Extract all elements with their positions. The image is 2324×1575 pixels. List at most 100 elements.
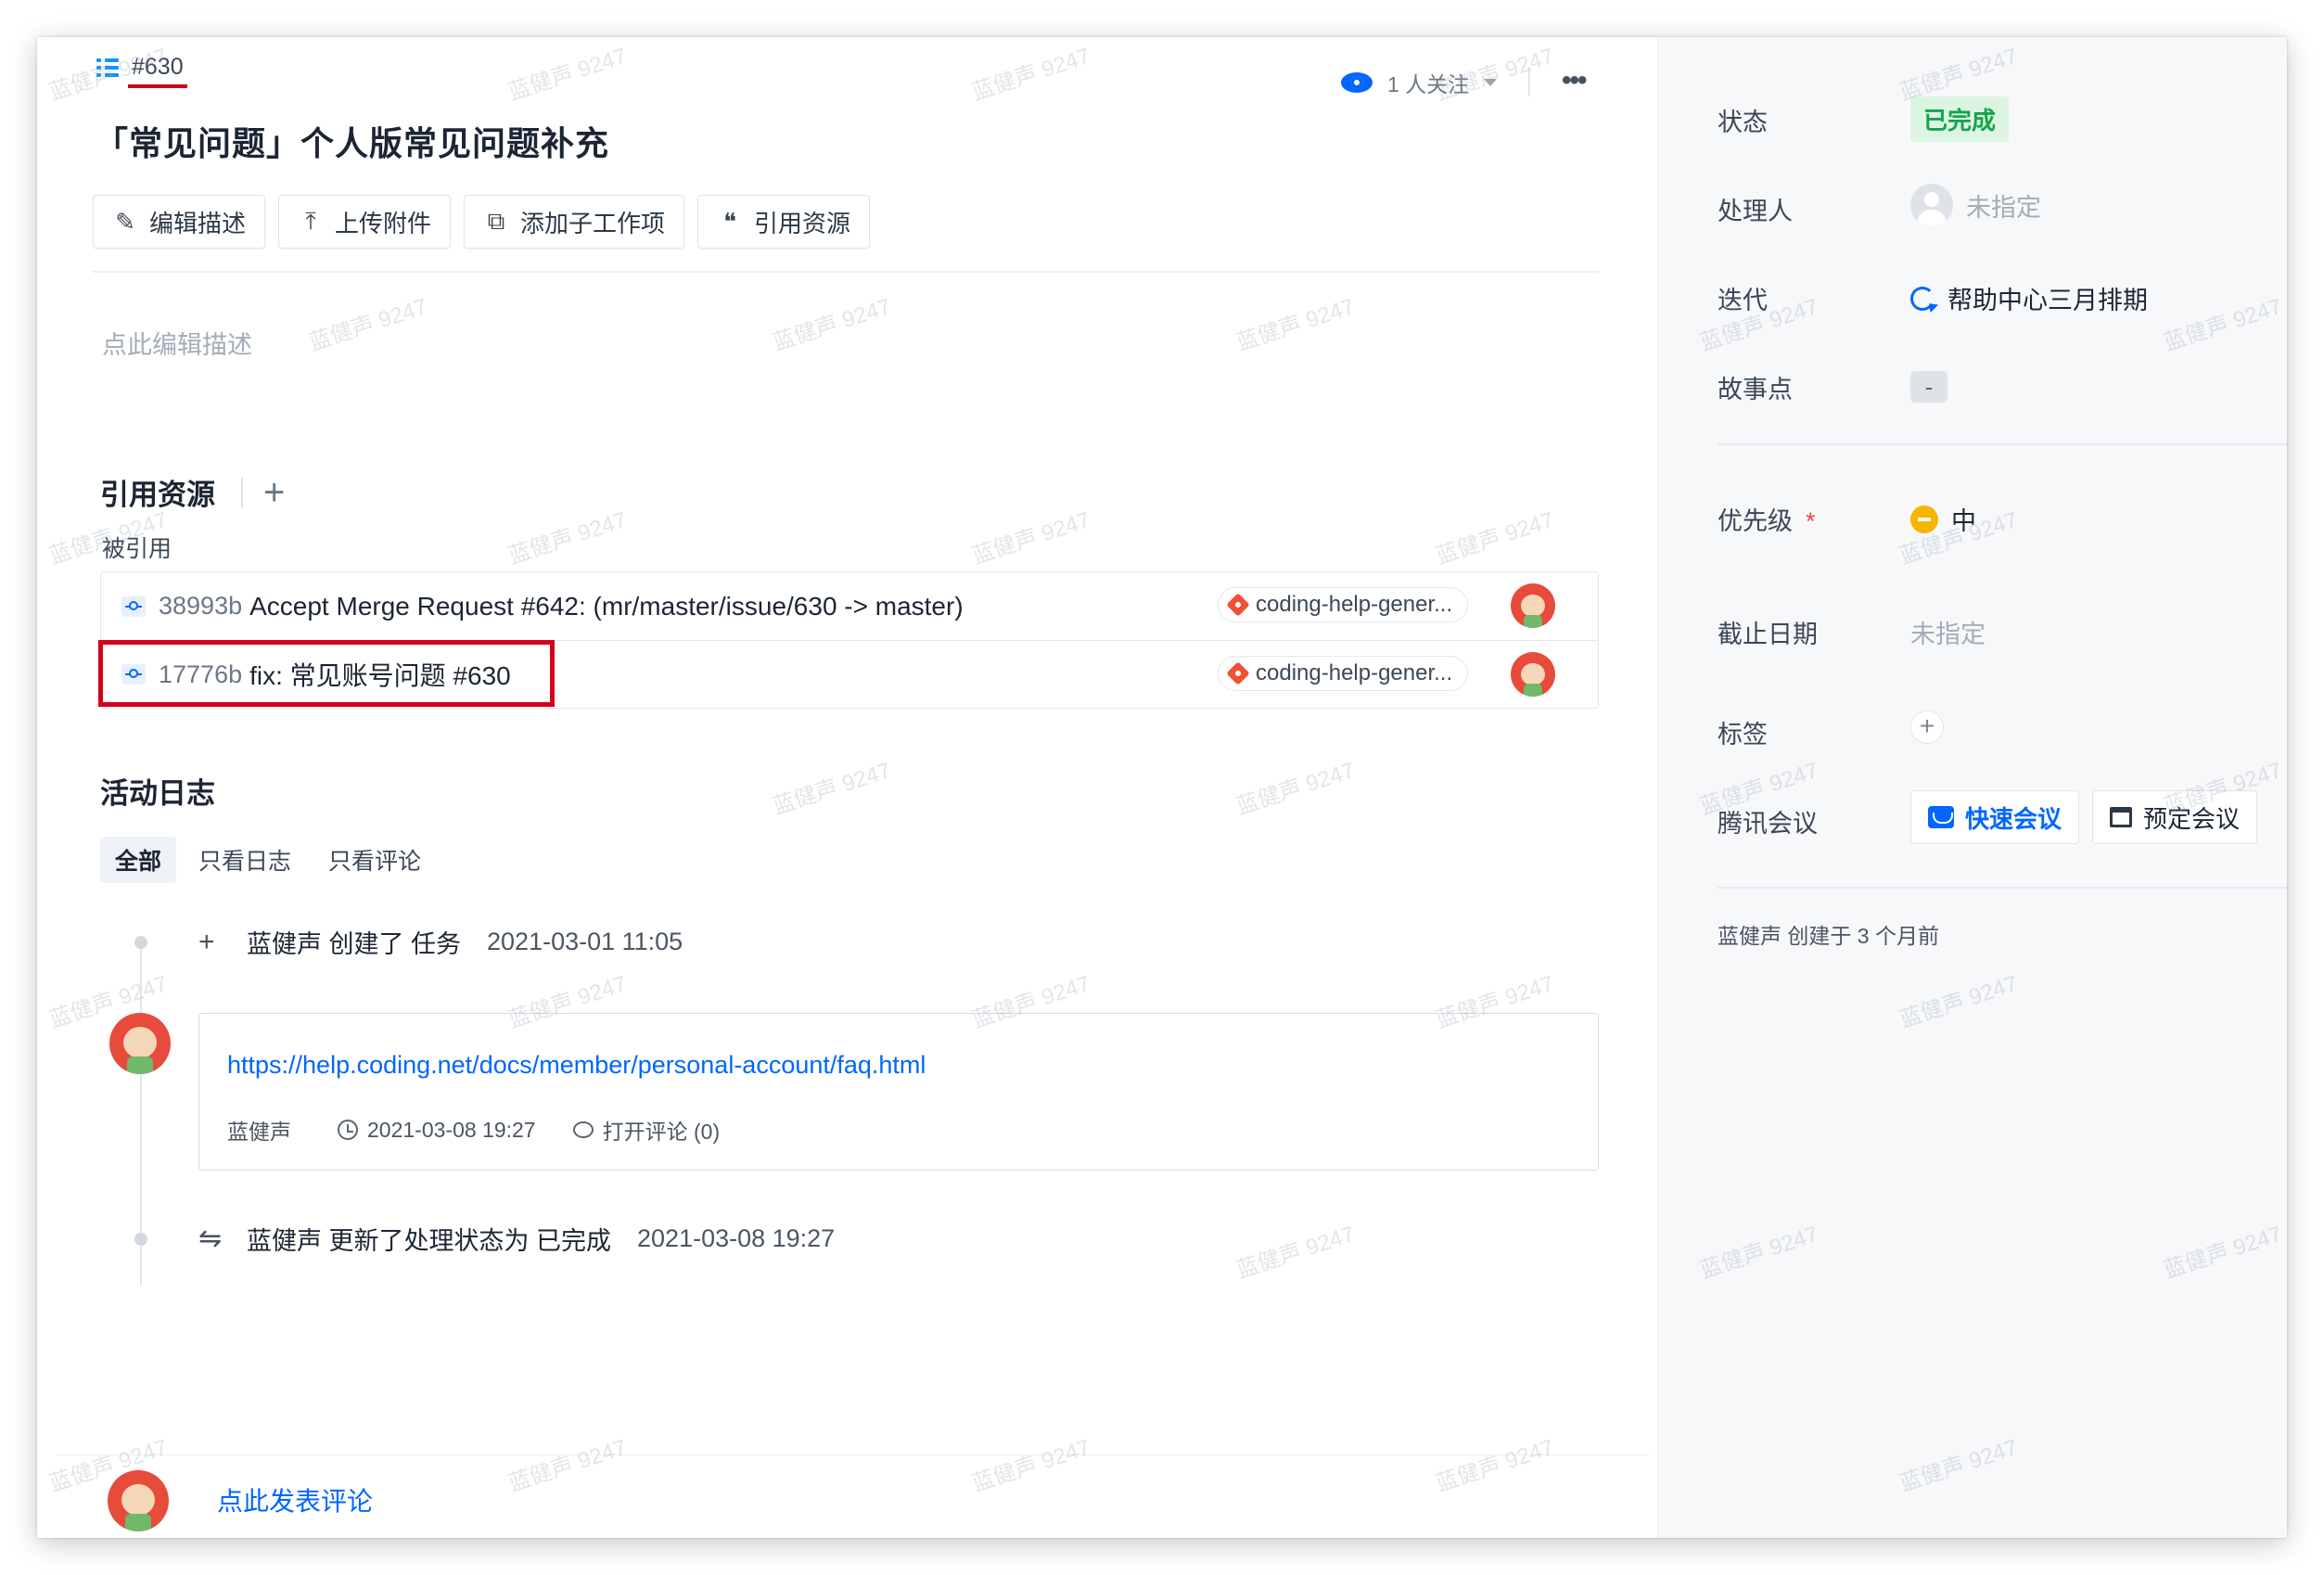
required-mark: *: [1806, 507, 1816, 535]
cited-by-label: 被引用: [102, 536, 172, 562]
add-subtask-label: 添加子工作项: [520, 209, 666, 237]
status-log: ⇋ 蓝健声 更新了处理状态为 已完成 2021-03-08 19:27: [198, 1221, 835, 1257]
commit-hash[interactable]: 38993b: [159, 592, 242, 621]
upload-icon: ⤒: [305, 207, 316, 235]
cite-resource-button[interactable]: ❝ 引用资源: [697, 195, 871, 249]
upload-attachment-button[interactable]: ⤒ 上传附件: [278, 195, 452, 249]
priority-field[interactable]: 中: [1910, 501, 1976, 537]
meeting-label: 腾讯会议: [1717, 810, 1818, 838]
quick-meeting-label: 快速会议: [1965, 804, 2062, 833]
post-comment-input[interactable]: 点此发表评论: [217, 1481, 373, 1518]
edit-description-label: 编辑描述: [149, 209, 247, 237]
commit-icon: [121, 595, 146, 617]
eye-icon: [1341, 72, 1373, 93]
priority-value: 中: [1951, 507, 1976, 535]
swap-icon: ⇋: [198, 1223, 223, 1254]
meeting-buttons: 快速会议 预定会议: [1910, 790, 2258, 844]
comment-card: https://help.coding.net/docs/member/pers…: [198, 1013, 1599, 1171]
log-text: 蓝健声 更新了处理状态为 已完成: [247, 1227, 612, 1255]
tab-all[interactable]: 全部: [100, 837, 177, 883]
copy-icon: ⧉: [487, 207, 505, 235]
open-comments-link[interactable]: 打开评论 (0): [603, 1114, 721, 1146]
activity-title: 活动日志: [100, 777, 215, 810]
chevron-down-icon: [1484, 79, 1498, 86]
quote-icon: ❝: [723, 207, 737, 236]
issue-number[interactable]: #630: [96, 54, 187, 88]
assignee-label: 处理人: [1717, 198, 1793, 225]
avatar: [108, 1470, 169, 1531]
description-editor[interactable]: 点此编辑描述: [102, 325, 252, 361]
status-label: 状态: [1717, 109, 1768, 136]
created-log: + 蓝健声 创建了 任务 2021-03-01 11:05: [198, 924, 683, 960]
quick-meeting-button[interactable]: 快速会议: [1910, 790, 2080, 844]
timeline-dot: [134, 936, 147, 949]
created-info: 蓝健声 创建于 3 个月前: [1717, 924, 1939, 948]
iteration-field[interactable]: 帮助中心三月排期: [1910, 280, 2148, 316]
status-field[interactable]: 已完成: [1910, 96, 2010, 142]
issue-sidebar: [1657, 37, 2287, 1538]
list-icon: [96, 57, 119, 79]
comment-bubble-icon: [572, 1121, 594, 1138]
add-tag-icon[interactable]: +: [1910, 711, 1944, 744]
highlight-box: [98, 640, 555, 707]
upload-attachment-label: 上传附件: [335, 209, 432, 237]
tencent-meeting-icon: [1928, 806, 1954, 828]
repo-name: coding-help-gener...: [1256, 592, 1453, 617]
comment-link[interactable]: https://help.coding.net/docs/member/pers…: [227, 1051, 926, 1080]
log-time: 2021-03-08 19:27: [637, 1224, 836, 1252]
repo-tag[interactable]: coding-help-gener...: [1218, 587, 1469, 622]
tags-field: +: [1910, 711, 1944, 744]
clock-icon: [338, 1120, 358, 1140]
priority-medium-icon: [1910, 505, 1938, 533]
issue-window: #630 「常见问题」个人版常见问题补充 1 人关注 ••• ✎ 编辑描述 ⤒ …: [37, 37, 2287, 1538]
git-icon: [1226, 593, 1250, 617]
edit-description-button[interactable]: ✎ 编辑描述: [93, 195, 266, 249]
iteration-icon: [1910, 286, 1935, 311]
sidebar-divider: [1717, 443, 2287, 445]
references-title: 引用资源: [100, 479, 215, 511]
add-subtask-button[interactable]: ⧉ 添加子工作项: [464, 195, 685, 249]
git-icon: [1226, 661, 1250, 685]
repo-name: coding-help-gener...: [1256, 660, 1453, 685]
issue-main-panel: #630 「常见问题」个人版常见问题补充 1 人关注 ••• ✎ 编辑描述 ⤒ …: [37, 37, 1657, 1538]
toolbar-divider: [93, 271, 1599, 273]
tab-comments-only[interactable]: 只看评论: [313, 837, 436, 883]
comment-meta: 蓝健声 2021-03-08 19:27 打开评论 (0): [227, 1114, 720, 1146]
story-points-value[interactable]: -: [1910, 371, 1947, 403]
repo-tag[interactable]: coding-help-gener...: [1218, 656, 1469, 691]
references-header: 引用资源 +: [100, 471, 285, 513]
calendar-icon: [2110, 807, 2133, 827]
more-options-icon[interactable]: •••: [1562, 65, 1587, 96]
timeline-dot: [134, 1233, 147, 1246]
priority-label-text: 优先级: [1717, 507, 1793, 535]
references-divider: [241, 477, 243, 507]
plus-icon: +: [198, 926, 215, 957]
commit-message[interactable]: Accept Merge Request #642: (mr/master/is…: [249, 592, 964, 621]
schedule-meeting-button[interactable]: 预定会议: [2092, 790, 2258, 844]
watch-button[interactable]: 1 人关注: [1341, 67, 1498, 98]
schedule-meeting-label: 预定会议: [2143, 804, 2241, 833]
tags-label: 标签: [1717, 721, 1768, 749]
comment-input-bar[interactable]: 点此发表评论: [56, 1454, 1649, 1538]
assignee-value: 未指定: [1966, 193, 2041, 222]
avatar[interactable]: [109, 1013, 171, 1074]
issue-toolbar: ✎ 编辑描述 ⤒ 上传附件 ⧉ 添加子工作项 ❝ 引用资源: [93, 195, 871, 249]
comment-time: 2021-03-08 19:27: [367, 1117, 536, 1142]
log-text: 蓝健声 创建了 任务: [247, 930, 462, 958]
add-reference-icon[interactable]: +: [263, 474, 285, 511]
avatar[interactable]: [1511, 583, 1555, 628]
reference-row[interactable]: 38993b Accept Merge Request #642: (mr/ma…: [101, 572, 1598, 640]
log-time: 2021-03-01 11:05: [487, 928, 683, 955]
pencil-icon: ✎: [115, 207, 135, 236]
story-points-field[interactable]: -: [1910, 371, 1947, 403]
due-date-value[interactable]: 未指定: [1910, 614, 1986, 650]
activity-tabs: 全部 只看日志 只看评论: [100, 837, 436, 883]
due-date-label: 截止日期: [1717, 621, 1818, 648]
avatar[interactable]: [1511, 652, 1555, 697]
assignee-field[interactable]: 未指定: [1910, 184, 2041, 226]
person-icon: [1910, 184, 1953, 226]
page-title: 「常见问题」个人版常见问题补充: [95, 124, 610, 162]
status-badge[interactable]: 已完成: [1910, 96, 2010, 142]
comment-author[interactable]: 蓝健声: [227, 1114, 291, 1146]
tab-logs-only[interactable]: 只看日志: [184, 837, 306, 883]
